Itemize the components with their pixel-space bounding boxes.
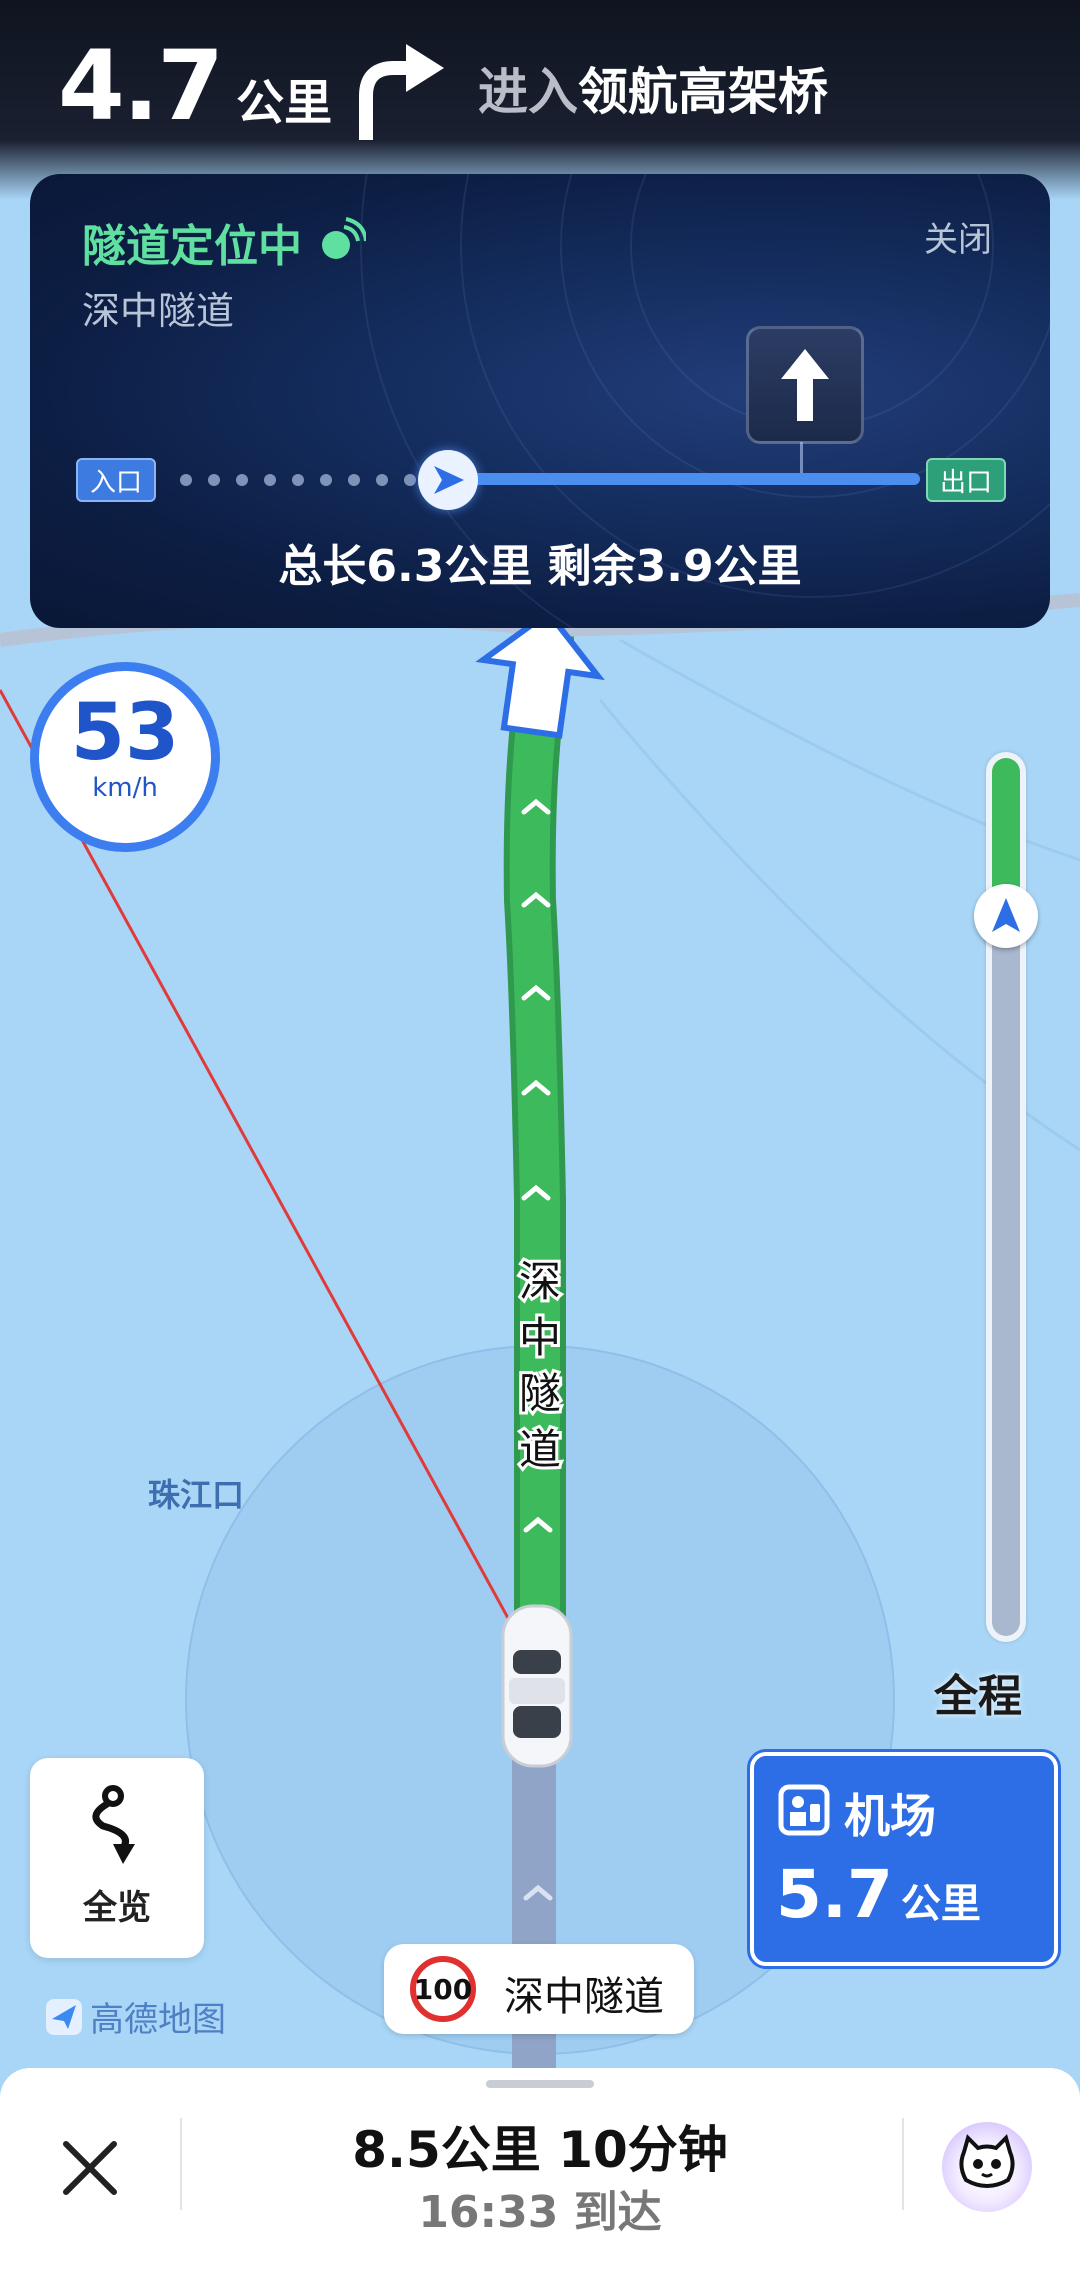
trip-summary[interactable]: 8.5公里 10分钟 (0, 2110, 1080, 2182)
tunnel-status-text: 隧道定位中 (82, 221, 302, 272)
turn-right-icon (359, 44, 444, 140)
destination-sign: 机场 5.7 公里 (750, 1752, 1058, 1966)
car-icon (501, 1604, 573, 1768)
next-turn-distance: 4.7 公里 (58, 30, 332, 142)
destination-name: 机场 (844, 1789, 936, 1843)
destination-distance-value: 5.7 (776, 1856, 893, 1933)
tunnel-entry-badge: 入口 (76, 458, 156, 502)
cat-assistant-icon (959, 2134, 1015, 2188)
tunnel-summary: 总长6.3公里 剩余3.9公里 (278, 541, 802, 592)
airport-icon (778, 1784, 830, 1836)
speed-limit-sign: 100 (410, 1956, 476, 2022)
straight-lane-icon (746, 326, 864, 444)
svg-text:道: 道 (519, 1425, 561, 1474)
route-overview-icon (92, 1785, 135, 1864)
svg-text:中: 中 (519, 1313, 561, 1362)
route-progress-remaining (992, 916, 1020, 1636)
next-road: 进入领航高架桥 (478, 52, 828, 124)
tunnel-remaining-bar (450, 473, 920, 485)
overview-label: 全览 (83, 1888, 151, 1928)
current-road-name: 深中隧道 (504, 1974, 664, 2020)
svg-text:深: 深 (519, 1257, 561, 1306)
trip-bar: 8.5公里 10分钟 16:33 到达 (0, 2068, 1080, 2279)
overview-button[interactable]: 全览 (30, 1758, 204, 1958)
brand-logo: 高德地图 (44, 1992, 226, 2041)
drag-handle[interactable] (486, 2080, 594, 2088)
distance-value: 4.7 (58, 30, 224, 142)
route-progress-rail (974, 752, 1038, 1642)
close-tunnel-panel-button[interactable]: 关闭 (924, 212, 992, 261)
map-place-label: 珠江口 (148, 1476, 245, 1514)
tunnel-position-marker (418, 450, 478, 510)
traveled-dots (180, 474, 416, 486)
destination-distance-unit: 公里 (900, 1881, 981, 1927)
tunnel-name: 深中隧道 (82, 289, 235, 333)
brand-name: 高德地图 (90, 2000, 226, 2040)
route-progress-label: 全程 (934, 1671, 1022, 1722)
distance-unit: 公里 (236, 75, 333, 131)
road-name: 领航高架桥 (578, 63, 828, 121)
current-speed: 53 km/h (30, 662, 220, 852)
current-road-label: 100 深中隧道 (384, 1944, 694, 2034)
tunnel-exit-badge: 出口 (926, 458, 1006, 502)
tunnel-status: 隧道定位中 (82, 210, 366, 274)
voice-assistant-button[interactable] (942, 2122, 1032, 2212)
tunnel-panel: 隧道定位中 深中隧道 关闭 入口 出口 总长6.3公里 剩余3.9公里 (30, 174, 1050, 628)
nav-banner: 4.7 公里 进入领航高架桥 (0, 0, 1080, 200)
svg-text:隧: 隧 (519, 1369, 561, 1418)
speed-unit: km/h (92, 773, 158, 803)
current-position-icon (974, 884, 1038, 948)
satellite-signal-icon (322, 217, 366, 259)
destination-distance: 5.7 公里 (776, 1856, 981, 1933)
speed-value: 53 (70, 688, 180, 778)
divider (902, 2118, 904, 2210)
amap-logo-icon (46, 1998, 82, 2035)
action-prefix: 进入 (478, 63, 578, 121)
arrival-time: 16:33 到达 (418, 2187, 662, 2238)
